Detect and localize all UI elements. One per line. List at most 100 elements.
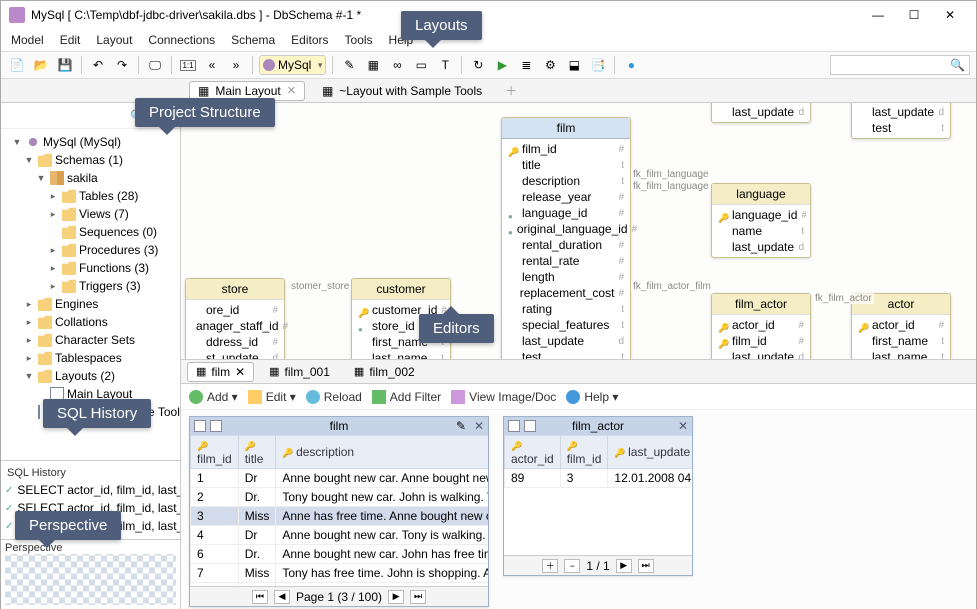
sync-icon[interactable]: ↻ xyxy=(468,55,488,75)
close-icon[interactable]: ✕ xyxy=(287,84,296,97)
table-column[interactable]: last_updated xyxy=(502,333,630,349)
tree-schemas[interactable]: ▼Schemas (1) xyxy=(3,151,178,169)
table-column[interactable]: first_namet xyxy=(852,333,950,349)
table-row[interactable]: 4DrAnne bought new car. Tony is walking.… xyxy=(191,526,489,545)
reload-button[interactable]: Reload xyxy=(306,390,362,404)
menu-connections[interactable]: Connections xyxy=(148,33,215,47)
editor-tab-film[interactable]: ▦ film ✕ xyxy=(187,362,254,382)
table-column[interactable]: replacement_cost# xyxy=(502,285,630,301)
nav-left-icon[interactable]: « xyxy=(202,55,222,75)
new-icon[interactable]: 📄 xyxy=(7,55,27,75)
page-last-button[interactable]: ⏭ xyxy=(410,590,426,604)
menu-editors[interactable]: Editors xyxy=(291,33,328,47)
layout-tab-sample[interactable]: ▦ ~Layout with Sample Tools xyxy=(313,81,491,101)
redo-icon[interactable]: ↷ xyxy=(112,55,132,75)
tree-triggers[interactable]: ▸Triggers (3) xyxy=(3,277,178,295)
open-icon[interactable]: 📂 xyxy=(31,55,51,75)
sql-icon[interactable]: ≣ xyxy=(516,55,536,75)
info-icon[interactable]: ● xyxy=(621,55,641,75)
help-button[interactable]: Help ▾ xyxy=(566,390,618,404)
tree-tablespaces[interactable]: ▸Tablespaces xyxy=(3,349,178,367)
table-column[interactable]: length# xyxy=(502,269,630,285)
table-row[interactable]: 6Dr.Anne bought new car. John has free t… xyxy=(191,545,489,564)
tree-functions[interactable]: ▸Functions (3) xyxy=(3,259,178,277)
data-table[interactable]: film_idtitledescription1DrAnne bought ne… xyxy=(190,435,488,586)
table-column[interactable]: last_updated xyxy=(852,104,950,120)
table-column[interactable]: film_id# xyxy=(502,141,630,157)
table-column[interactable]: descriptiont xyxy=(502,173,630,189)
table-film[interactable]: film film_id#titletdescriptiontrelease_y… xyxy=(501,117,631,359)
link-icon[interactable]: ∞ xyxy=(387,55,407,75)
close-button[interactable]: ✕ xyxy=(932,2,968,28)
db-selector[interactable]: MySql xyxy=(259,55,326,75)
table-column[interactable]: testt xyxy=(502,349,630,359)
table-row[interactable]: 3MissAnne has free time. Anne bought new… xyxy=(191,507,489,526)
page-prev-button[interactable]: ◀ xyxy=(274,590,290,604)
loader-icon[interactable]: ⬓ xyxy=(564,55,584,75)
view-image-button[interactable]: View Image/Doc xyxy=(451,390,556,404)
minimize-button[interactable]: — xyxy=(860,2,896,28)
table-column[interactable]: rental_rate# xyxy=(502,253,630,269)
page-next-button[interactable]: ▶ xyxy=(388,590,404,604)
table-column[interactable]: namet xyxy=(712,223,810,239)
save-icon[interactable]: 💾 xyxy=(55,55,75,75)
edit-button[interactable]: Edit ▾ xyxy=(248,390,296,404)
tree-db-root[interactable]: ▼MySql (MySql) xyxy=(3,133,178,151)
table-column[interactable]: ratingt xyxy=(502,301,630,317)
table-column[interactable]: release_year# xyxy=(502,189,630,205)
tree-procedures[interactable]: ▸Procedures (3) xyxy=(3,241,178,259)
page-first-button[interactable]: ⏮ xyxy=(252,590,268,604)
remove-row-button[interactable]: − xyxy=(564,559,580,573)
pencil-icon[interactable]: ✎ xyxy=(339,55,359,75)
close-icon[interactable]: ✕ xyxy=(235,365,245,379)
add-button[interactable]: Add ▾ xyxy=(189,390,238,404)
table-row[interactable]: 1DrAnne bought new car. Anne bought new xyxy=(191,469,489,488)
table-row[interactable]: 89312.01.2008 04:01: xyxy=(505,469,693,488)
sql-history-row[interactable]: ✓SELECT actor_id, film_id, last_update… xyxy=(1,481,180,499)
tree-collations[interactable]: ▸Collations xyxy=(3,313,178,331)
table-column[interactable]: last_updated xyxy=(712,349,810,359)
table-icon[interactable]: ▦ xyxy=(363,55,383,75)
text-icon[interactable]: T xyxy=(435,55,455,75)
editor-tab-film001[interactable]: ▦ film_001 xyxy=(260,362,339,382)
group-icon[interactable]: ▭ xyxy=(411,55,431,75)
edit-icon[interactable]: ✎ xyxy=(456,419,466,433)
tree-views[interactable]: ▸Views (7) xyxy=(3,205,178,223)
tree-engines[interactable]: ▸Engines xyxy=(3,295,178,313)
add-layout-tab[interactable]: ＋ xyxy=(499,82,523,99)
add-row-button[interactable]: ＋ xyxy=(542,559,558,573)
nav-right-icon[interactable]: » xyxy=(226,55,246,75)
table-column[interactable]: last_updated xyxy=(712,239,810,255)
table-column[interactable]: last_namet xyxy=(352,350,450,359)
table-store[interactable]: store ore_id#anager_staff_id#ddress_id#s… xyxy=(185,278,285,359)
column-header[interactable]: actor_id xyxy=(505,436,561,469)
table-column[interactable]: ore_id# xyxy=(186,302,284,318)
column-header[interactable]: film_id xyxy=(560,436,608,469)
tree-layouts[interactable]: ▼Layouts (2) xyxy=(3,367,178,385)
checkbox-icon[interactable] xyxy=(194,420,206,432)
page-last-button[interactable]: ⏭ xyxy=(638,559,654,573)
menu-tools[interactable]: Tools xyxy=(345,33,373,47)
table-row[interactable]: 7MissTony has free time. John is shoppin… xyxy=(191,564,489,583)
close-icon[interactable]: ✕ xyxy=(474,419,484,433)
column-header[interactable]: film_id xyxy=(191,436,239,469)
menu-schema[interactable]: Schema xyxy=(231,33,275,47)
table-film-actor[interactable]: film_actor actor_id#film_id#last_updated xyxy=(711,293,811,359)
table-row[interactable]: 2Dr.Tony bought new car. John is walking… xyxy=(191,488,489,507)
table-column[interactable]: actor_id# xyxy=(852,317,950,333)
page-next-button[interactable]: ▶ xyxy=(616,559,632,573)
checkbox-icon[interactable] xyxy=(508,420,520,432)
close-icon[interactable]: ✕ xyxy=(678,419,688,433)
column-header[interactable]: last_update xyxy=(608,436,692,469)
table-column[interactable]: language_id# xyxy=(712,207,810,223)
table-column[interactable]: last_namet xyxy=(852,349,950,359)
table-column[interactable]: actor_id# xyxy=(712,317,810,333)
table-fragment[interactable]: nametlast_updatedtestt xyxy=(851,103,951,139)
fit-icon[interactable]: 1:1 xyxy=(178,55,198,75)
table-column[interactable]: language_id# xyxy=(502,205,630,221)
table-column[interactable]: rental_duration# xyxy=(502,237,630,253)
build-icon[interactable]: ⚙ xyxy=(540,55,560,75)
menu-model[interactable]: Model xyxy=(11,33,44,47)
data-table[interactable]: actor_idfilm_idlast_update89312.01.2008 … xyxy=(504,435,692,488)
tree-charsets[interactable]: ▸Character Sets xyxy=(3,331,178,349)
